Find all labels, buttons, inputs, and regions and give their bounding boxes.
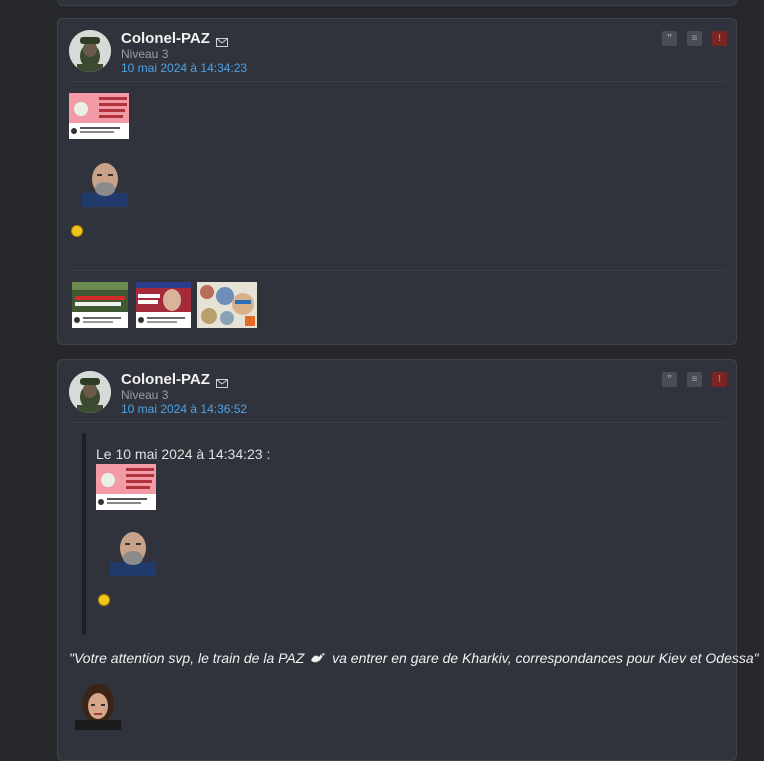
quote-icon[interactable]: ” <box>662 31 677 46</box>
username[interactable]: Colonel-PAZ <box>121 30 210 47</box>
post-actions: ” ≡ ! <box>662 31 727 46</box>
report-icon[interactable]: ! <box>712 372 727 387</box>
post-message: "Votre attention svp, le train de la PAZ… <box>69 650 759 668</box>
news-card-image[interactable] <box>69 93 129 139</box>
avatar[interactable] <box>69 30 111 72</box>
username[interactable]: Colonel-PAZ <box>121 371 210 388</box>
quote-header: Le 10 mai 2024 à 14:34:23 : <box>96 446 271 462</box>
mail-icon[interactable] <box>216 375 228 393</box>
quote-icon[interactable]: ” <box>662 372 677 387</box>
smiley-icon <box>98 594 110 606</box>
message-text-start: "Votre attention svp, le train de la PAZ <box>69 650 305 666</box>
forum-post: Colonel-PAZ Niveau 3 10 mai 2024 à 14:34… <box>57 18 737 345</box>
forum-post: Colonel-PAZ Niveau 3 10 mai 2024 à 14:36… <box>57 359 759 761</box>
post-date-link[interactable]: 10 mai 2024 à 14:34:23 <box>121 61 247 75</box>
attachments-divider <box>69 270 725 271</box>
post-date-link[interactable]: 10 mai 2024 à 14:36:52 <box>121 402 247 416</box>
sticker-image[interactable] <box>78 155 132 207</box>
blockquote-bar <box>82 433 86 635</box>
message-text-end: va entrer en gare de Kharkiv, correspond… <box>332 650 759 666</box>
sticker-image[interactable] <box>106 524 160 576</box>
attachment-thumbnail[interactable] <box>197 282 257 328</box>
post-actions: ” ≡ ! <box>662 372 727 387</box>
smiley-icon <box>71 225 83 237</box>
previous-post-edge <box>57 0 737 6</box>
sticker-image[interactable] <box>69 682 127 730</box>
header-divider <box>69 81 725 82</box>
reply-icon[interactable]: ≡ <box>687 372 702 387</box>
report-icon[interactable]: ! <box>712 31 727 46</box>
user-level: Niveau 3 <box>121 388 169 402</box>
attachment-thumbnail[interactable] <box>136 282 191 328</box>
dove-icon <box>310 651 326 668</box>
news-card-image[interactable] <box>96 464 156 510</box>
reply-icon[interactable]: ≡ <box>687 31 702 46</box>
mail-icon[interactable] <box>216 34 228 52</box>
attachment-thumbnail[interactable] <box>72 282 128 328</box>
header-divider <box>69 422 725 423</box>
avatar[interactable] <box>69 371 111 413</box>
user-level: Niveau 3 <box>121 47 169 61</box>
